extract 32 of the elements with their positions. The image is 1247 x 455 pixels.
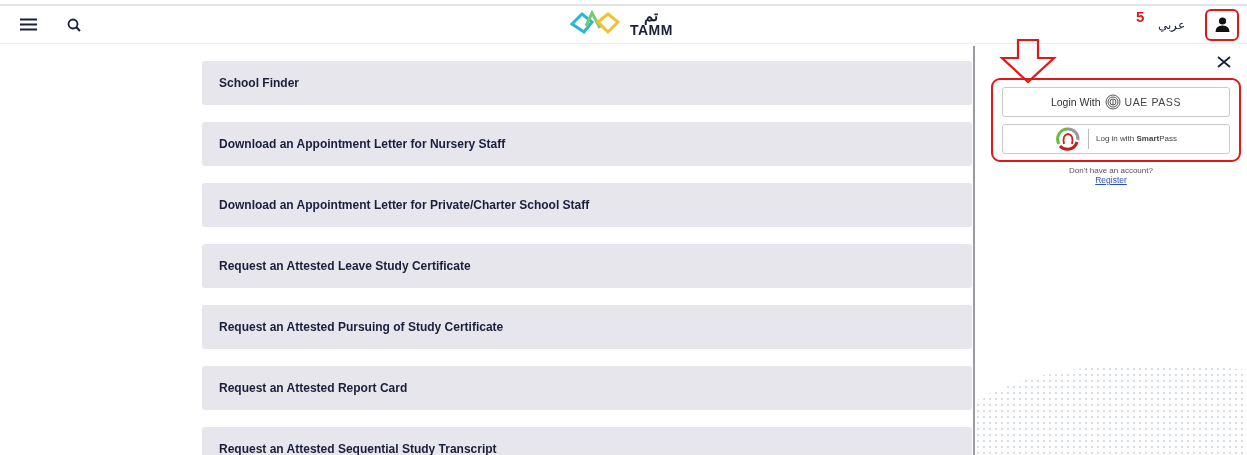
service-title: Request an Attested Pursuing of Study Certificate <box>219 320 504 334</box>
service-card[interactable]: Request an Attested Leave Study Certificate <box>202 244 972 288</box>
service-card[interactable]: Request an Attested Pursuing of Study Certificate <box>202 305 972 349</box>
service-title: Request an Attested Leave Study Certificate <box>219 259 471 273</box>
service-title: Download an Appointment Letter for Nursery Staff <box>219 137 506 151</box>
service-title: Download an Appointment Letter for Private/Charter School Staff <box>219 198 590 212</box>
service-card[interactable]: Download an Appointment Letter for Private/Charter School Staff <box>202 183 972 227</box>
search-button[interactable] <box>67 17 81 32</box>
menu-icon <box>20 18 37 31</box>
user-icon <box>1214 17 1230 32</box>
service-card[interactable]: Request an Attested Report Card <box>202 366 972 410</box>
service-card[interactable]: Request an Attested Sequential Study Transcript <box>202 427 972 455</box>
service-card[interactable]: School Finder <box>202 61 972 105</box>
close-icon <box>1217 56 1231 68</box>
service-title: Request an Attested Report Card <box>219 381 408 395</box>
language-link[interactable]: عربي <box>1158 17 1185 32</box>
close-button[interactable] <box>1217 56 1231 68</box>
fingerprint-icon <box>1104 93 1121 110</box>
user-button[interactable] <box>1205 8 1239 41</box>
logo-text: TAMM <box>630 23 673 37</box>
menu-button[interactable] <box>20 18 37 31</box>
login-button[interactable]: Log in with SmartPass <box>1002 123 1230 154</box>
search-icon <box>67 17 81 32</box>
smartpass-logo-icon <box>1055 126 1081 151</box>
step-number: 5 <box>1136 8 1145 25</box>
logo-icon <box>570 9 620 36</box>
register-link[interactable]: Register <box>1095 175 1127 185</box>
service-title: Request an Attested Sequential Study Transcript <box>219 442 497 455</box>
service-card[interactable]: Download an Appointment Letter for Nursery Staff <box>202 122 972 166</box>
login-button[interactable]: Login With UAE PASS <box>1002 86 1230 117</box>
service-title: School Finder <box>219 76 299 90</box>
no-account-text: Don't have an account? <box>1069 166 1153 175</box>
